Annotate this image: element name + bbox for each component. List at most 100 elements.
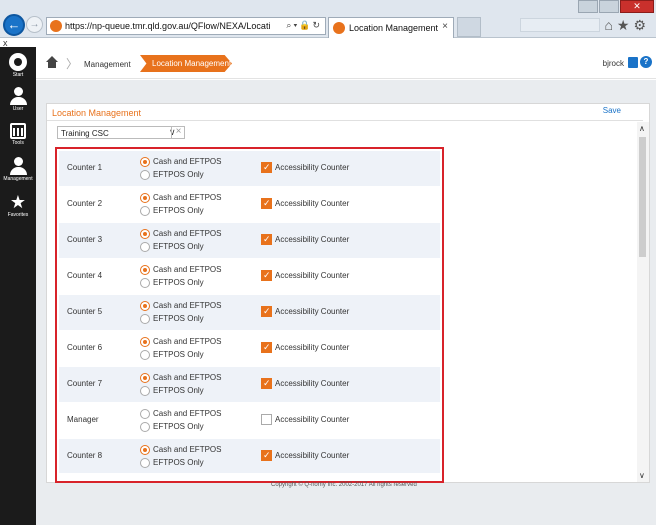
radio-button[interactable] bbox=[140, 193, 150, 203]
forward-button[interactable]: → bbox=[26, 16, 43, 33]
management-icon bbox=[13, 157, 23, 166]
accessibility-checkbox[interactable] bbox=[261, 306, 272, 317]
counter-row: Counter 6 Cash and EFTPOS EFTPOS Only Acces… bbox=[59, 331, 440, 367]
accessibility-checkbox[interactable] bbox=[261, 234, 272, 245]
accessibility-checkbox[interactable] bbox=[261, 162, 272, 173]
counter-row: Counter 5 Cash and EFTPOS EFTPOS Only Acces… bbox=[59, 295, 440, 331]
back-button[interactable]: ← bbox=[3, 14, 25, 36]
scroll-down-icon[interactable]: ∨ bbox=[639, 471, 645, 480]
radio-button[interactable] bbox=[140, 314, 150, 324]
accessibility-label: Accessibility Counter bbox=[275, 235, 350, 244]
cash-and-eftpos-option[interactable]: Cash and EFTPOS bbox=[140, 336, 240, 348]
address-bar[interactable]: https://np-queue.tmr.qld.gov.au/QFlow/NE… bbox=[46, 17, 326, 35]
cash-and-eftpos-option[interactable]: Cash and EFTPOS bbox=[140, 300, 240, 312]
sidebar-item-management[interactable]: Management bbox=[0, 157, 36, 182]
radio-button[interactable] bbox=[140, 242, 150, 252]
eftpos-only-option[interactable]: EFTPOS Only bbox=[140, 457, 240, 469]
browser-tab[interactable]: Location Management × bbox=[328, 17, 454, 38]
scroll-up-icon[interactable]: ∧ bbox=[639, 124, 645, 133]
scroll-thumb[interactable] bbox=[639, 137, 646, 257]
sidebar-item-tools[interactable]: Tools bbox=[0, 123, 36, 146]
eftpos-only-option[interactable]: EFTPOS Only bbox=[140, 277, 240, 289]
accessibility-checkbox[interactable] bbox=[261, 270, 272, 281]
location-select[interactable]: Training CSC ∨ bbox=[57, 126, 185, 139]
radio-button[interactable] bbox=[140, 337, 150, 347]
cash-and-eftpos-option[interactable]: Cash and EFTPOS bbox=[140, 264, 240, 276]
divider bbox=[47, 120, 643, 121]
radio-button[interactable] bbox=[140, 301, 150, 311]
cash-and-eftpos-option[interactable]: Cash and EFTPOS bbox=[140, 408, 240, 420]
breadcrumb-location-management[interactable]: Location Management bbox=[140, 55, 232, 72]
counter-name: Counter 4 bbox=[67, 271, 103, 280]
radio-label: EFTPOS Only bbox=[153, 386, 204, 395]
radio-button[interactable] bbox=[140, 265, 150, 275]
accessibility-checkbox[interactable] bbox=[261, 414, 272, 425]
sidebar-label-user: User bbox=[12, 106, 24, 112]
sidebar-item-start[interactable]: Start bbox=[0, 53, 36, 78]
eftpos-only-option[interactable]: EFTPOS Only bbox=[140, 205, 240, 217]
username[interactable]: bjrock bbox=[603, 59, 624, 68]
panel-scrollbar[interactable]: ∧ ∨ bbox=[637, 122, 649, 482]
accessibility-checkbox[interactable] bbox=[261, 198, 272, 209]
eftpos-only-option[interactable]: EFTPOS Only bbox=[140, 169, 240, 181]
sidebar-item-user[interactable]: User bbox=[0, 87, 36, 112]
accessibility-label: Accessibility Counter bbox=[275, 379, 350, 388]
counter-row: Manager Cash and EFTPOS EFTPOS Only Accessi… bbox=[59, 403, 440, 439]
breadcrumb-management[interactable]: Management bbox=[84, 60, 131, 69]
star-icon: ★ bbox=[9, 192, 27, 212]
home-icon[interactable] bbox=[46, 56, 58, 68]
logout-icon[interactable] bbox=[628, 57, 638, 68]
window-close-button[interactable]: ✕ bbox=[620, 0, 654, 13]
clear-selection-icon[interactable]: × bbox=[171, 126, 185, 139]
maximize-button[interactable] bbox=[599, 0, 619, 13]
radio-button[interactable] bbox=[140, 445, 150, 455]
radio-button[interactable] bbox=[140, 350, 150, 360]
accessibility-checkbox[interactable] bbox=[261, 342, 272, 353]
user-icon bbox=[13, 87, 23, 96]
radio-button[interactable] bbox=[140, 278, 150, 288]
eftpos-only-option[interactable]: EFTPOS Only bbox=[140, 349, 240, 361]
app-header: 〉 Management Location Management bjrock … bbox=[36, 47, 656, 79]
q-logo-icon bbox=[9, 53, 27, 71]
cash-and-eftpos-option[interactable]: Cash and EFTPOS bbox=[140, 192, 240, 204]
radio-label: Cash and EFTPOS bbox=[153, 193, 222, 202]
accessibility-label: Accessibility Counter bbox=[275, 163, 350, 172]
radio-button[interactable] bbox=[140, 386, 150, 396]
radio-button[interactable] bbox=[140, 170, 150, 180]
cash-and-eftpos-option[interactable]: Cash and EFTPOS bbox=[140, 444, 240, 456]
new-tab-button[interactable] bbox=[457, 17, 481, 37]
radio-label: EFTPOS Only bbox=[153, 170, 204, 179]
tab-favicon-icon bbox=[333, 22, 345, 34]
eftpos-only-option[interactable]: EFTPOS Only bbox=[140, 313, 240, 325]
eftpos-only-option[interactable]: EFTPOS Only bbox=[140, 241, 240, 253]
address-url[interactable]: https://np-queue.tmr.qld.gov.au/QFlow/NE… bbox=[65, 21, 270, 31]
cash-and-eftpos-option[interactable]: Cash and EFTPOS bbox=[140, 372, 240, 384]
eftpos-only-option[interactable]: EFTPOS Only bbox=[140, 421, 240, 433]
radio-label: EFTPOS Only bbox=[153, 278, 204, 287]
help-icon[interactable]: ? bbox=[640, 56, 652, 68]
accessibility-checkbox[interactable] bbox=[261, 378, 272, 389]
calendar-icon bbox=[10, 123, 26, 139]
radio-button[interactable] bbox=[140, 373, 150, 383]
cash-and-eftpos-option[interactable]: Cash and EFTPOS bbox=[140, 228, 240, 240]
radio-button[interactable] bbox=[140, 458, 150, 468]
radio-button[interactable] bbox=[140, 157, 150, 167]
browser-icons[interactable]: ⌂★⚙ bbox=[604, 17, 650, 34]
cash-and-eftpos-option[interactable]: Cash and EFTPOS bbox=[140, 156, 240, 168]
radio-button[interactable] bbox=[140, 206, 150, 216]
radio-button[interactable] bbox=[140, 422, 150, 432]
sidebar-item-favorites[interactable]: ★ Favorites bbox=[0, 193, 36, 218]
save-button[interactable]: Save bbox=[603, 106, 621, 115]
minimize-button[interactable] bbox=[578, 0, 598, 13]
location-select-value: Training CSC bbox=[61, 129, 109, 138]
panel-title: Location Management bbox=[52, 108, 142, 118]
address-actions-icon[interactable]: ⌕▾🔒↻ bbox=[286, 20, 322, 31]
accessibility-checkbox[interactable] bbox=[261, 450, 272, 461]
eftpos-only-option[interactable]: EFTPOS Only bbox=[140, 385, 240, 397]
tab-close-icon[interactable]: × bbox=[442, 21, 448, 32]
radio-label: Cash and EFTPOS bbox=[153, 337, 222, 346]
radio-button[interactable] bbox=[140, 409, 150, 419]
browser-toolbar: ✕ ← → https://np-queue.tmr.qld.gov.au/QF… bbox=[0, 0, 656, 38]
radio-button[interactable] bbox=[140, 229, 150, 239]
browser-search-box[interactable] bbox=[520, 18, 600, 32]
